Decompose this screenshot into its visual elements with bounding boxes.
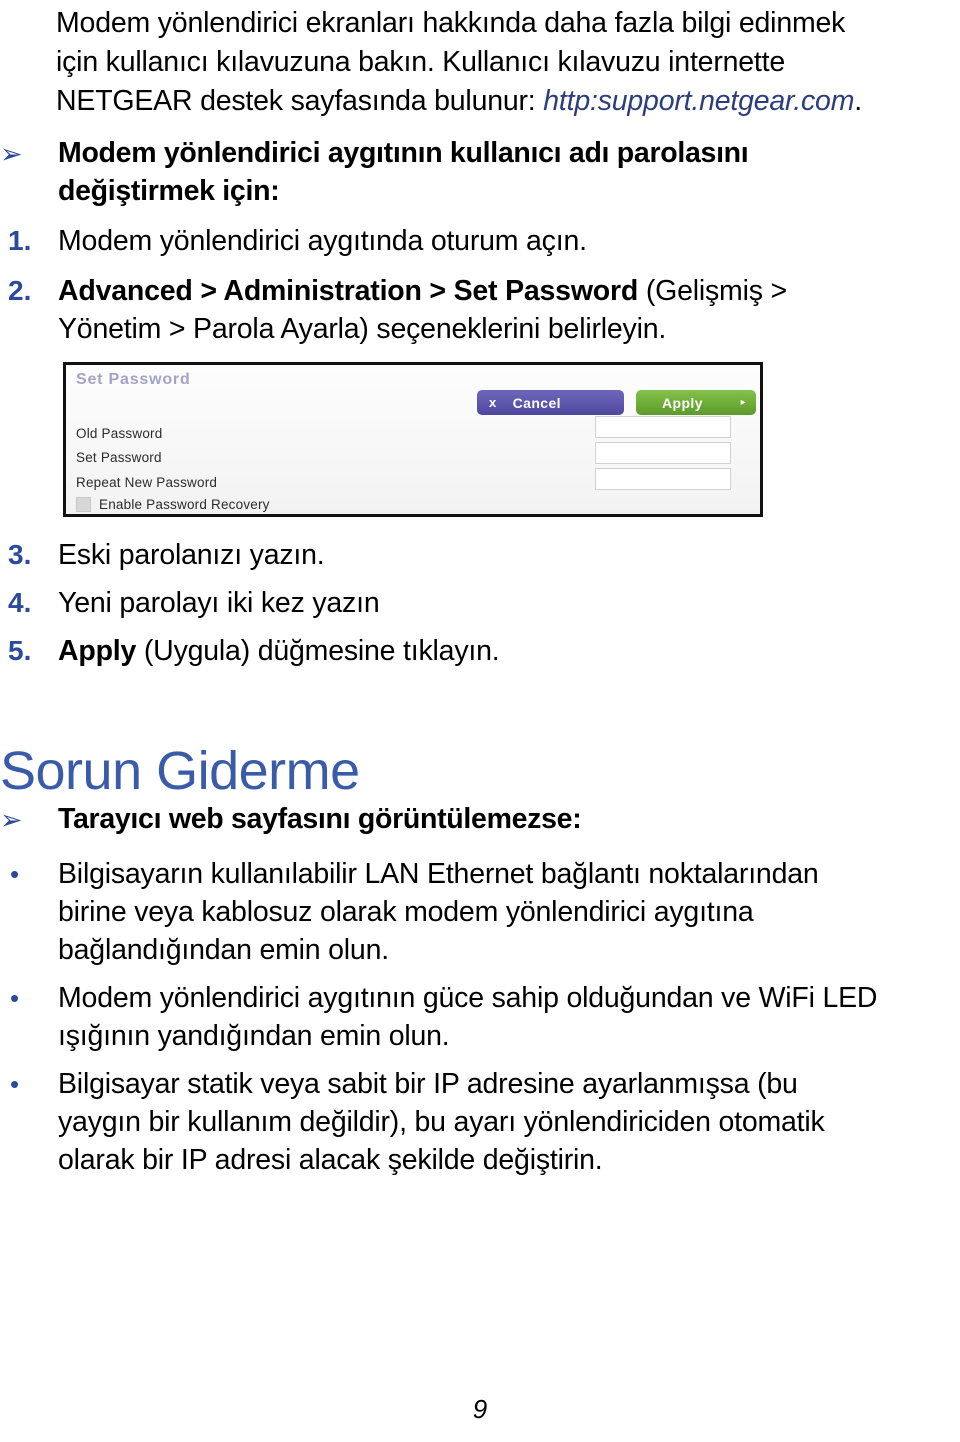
chevron-right-icon: ▸ [740,397,746,408]
bullet-1-line-1: Bilgisayarın kullanılabilir LAN Ethernet… [58,858,819,890]
step-5-apply-keyword: Apply [58,635,137,667]
procedure-heading-line-2: değiştirmek için: [58,175,280,207]
set-password-panel: Set Password x Cancel Apply ▸ Old Passwo… [66,365,760,514]
bullet-dot-icon: • [10,1069,20,1099]
apply-button-label: Apply [662,394,703,411]
step-2-menu-path: Advanced > Administration > Set Password [58,275,639,307]
step-5: 5. Apply (Uygula) düğmesine tıklayın. [0,632,900,670]
step-4: 4. Yeni parolayı iki kez yazın [0,584,900,622]
set-password-screenshot: Set Password x Cancel Apply ▸ Old Passwo… [63,362,763,517]
troubleshooting-bullet-2: • Modem yönlendirici aygıtının güce sahi… [0,979,950,1055]
step-2-line-1: Advanced > Administration > Set Password… [58,272,900,310]
step-5-number: 5. [8,635,32,666]
intro-line-2: için kullanıcı kılavuzuna bakın. Kullanı… [56,46,786,78]
cancel-button-label: Cancel [512,394,561,411]
arrow-bullet-icon: ➢ [0,805,23,835]
step-4-number: 4. [8,587,32,618]
repeat-new-password-input[interactable] [595,468,731,490]
arrow-bullet-icon: ➢ [0,139,23,169]
document-page: Modem yönlendirici ekranları hakkında da… [0,0,960,1442]
set-password-input[interactable] [595,442,731,464]
procedure-heading-line-1: Modem yönlendirici aygıtının kullanıcı a… [58,137,749,169]
bullet-dot-icon: • [10,983,20,1013]
troubleshooting-bullet-1: • Bilgisayarın kullanılabilir LAN Ethern… [0,855,940,969]
intro-line-3: NETGEAR destek sayfasında bulunur: http:… [56,82,960,121]
bullet-1-line-2: birine veya kablosuz olarak modem yönlen… [58,896,754,928]
checkbox-icon[interactable] [76,497,91,512]
step-4-text: Yeni parolayı iki kez yazın [58,587,380,619]
procedure-heading: ➢ Modem yönlendirici aygıtının kullanıcı… [0,134,900,210]
troubleshooting-subheading-text: Tarayıcı web sayfasını görüntülemezse: [58,803,582,835]
troubleshooting-bullet-3: • Bilgisayar statik veya sabit bir IP ad… [0,1065,940,1179]
intro-line-3-suffix: . [854,85,862,117]
step-2-translation-open: (Gelişmiş > [638,275,787,307]
step-2-number: 2. [8,275,32,306]
troubleshooting-subheading: ➢ Tarayıcı web sayfasını görüntülemezse: [0,800,900,838]
step-1: 1. Modem yönlendirici aygıtında oturum a… [0,222,900,260]
troubleshooting-title: Sorun Giderme [0,741,360,802]
enable-password-recovery-row[interactable]: Enable Password Recovery [76,497,270,512]
netgear-support-link[interactable]: http:support.netgear.com [543,85,854,117]
intro-line-1: Modem yönlendirici ekranları hakkında da… [56,7,846,39]
page-number: 9 [472,1394,488,1424]
step-2-line-2: Yönetim > Parola Ayarla) seçeneklerini b… [58,313,667,345]
old-password-input[interactable] [595,416,731,438]
step-1-number: 1. [8,225,32,256]
step-5-rest: (Uygula) düğmesine tıklayın. [136,635,500,667]
bullet-3-line-3: olarak bir IP adresi alacak şekilde deği… [58,1144,603,1176]
bullet-1-line-3: bağlandığından emin olun. [58,934,389,966]
old-password-label: Old Password [76,426,163,441]
set-password-label: Set Password [76,450,162,465]
bullet-2-line-2: ışığının yandığından emin olun. [58,1020,450,1052]
bullet-3-line-2: yaygın bir kullanım değildir), bu ayarı … [58,1106,825,1138]
bullet-dot-icon: • [10,859,20,889]
bullet-2-line-1: Modem yönlendirici aygıtının güce sahip … [58,982,878,1014]
panel-title: Set Password [76,371,191,388]
step-3: 3. Eski parolanızı yazın. [0,536,900,574]
repeat-new-password-label: Repeat New Password [76,475,218,490]
apply-button[interactable]: Apply ▸ [636,390,756,415]
cancel-button[interactable]: x Cancel [477,390,624,415]
step-5-text: Apply (Uygula) düğmesine tıklayın. [58,632,900,670]
step-3-text: Eski parolanızı yazın. [58,539,325,571]
step-3-number: 3. [8,539,32,570]
intro-paragraph: Modem yönlendirici ekranları hakkında da… [56,4,960,121]
step-1-text: Modem yönlendirici aygıtında oturum açın… [58,225,587,257]
intro-line-3-prefix: NETGEAR destek sayfasında bulunur: [56,85,544,117]
close-icon: x [489,395,497,410]
bullet-3-line-1: Bilgisayar statik veya sabit bir IP adre… [58,1068,798,1100]
step-2: 2. Advanced > Administration > Set Passw… [0,272,900,348]
enable-password-recovery-label: Enable Password Recovery [99,497,270,512]
